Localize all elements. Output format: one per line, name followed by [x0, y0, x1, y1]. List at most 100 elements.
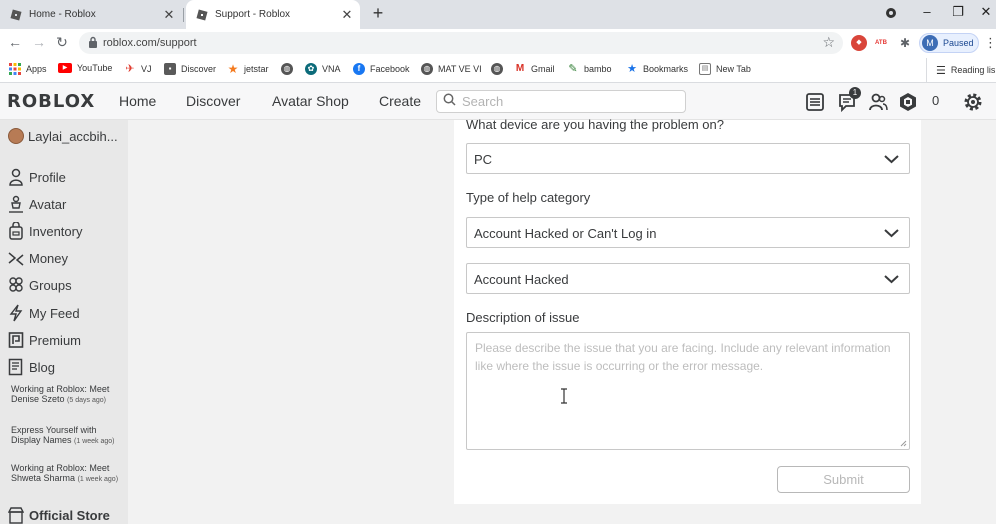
globe-icon: ◍ — [281, 63, 293, 75]
restore-icon[interactable]: ❐ — [946, 4, 970, 20]
bookmark-gmail[interactable]: M Gmail — [514, 63, 555, 75]
bookmark-vna[interactable]: ✿ VNA — [305, 63, 341, 75]
bookmark-new-tab[interactable]: ▤ New Tab — [699, 63, 751, 75]
newtab-icon: ▤ — [699, 63, 711, 75]
bookmark-label: Apps — [26, 64, 47, 74]
subcategory-value: Account Hacked — [474, 272, 569, 287]
sidebar-item-my-feed[interactable]: My Feed — [8, 304, 80, 322]
avatar-icon — [9, 195, 23, 213]
description-field[interactable] — [466, 332, 910, 450]
settings-gear-icon[interactable] — [962, 91, 984, 113]
blog-post-link[interactable]: Working at Roblox: Meet Denise Szeto (5 … — [11, 384, 123, 406]
sidebar-item-premium[interactable]: Premium — [8, 331, 81, 349]
nav-create[interactable]: Create — [379, 93, 421, 109]
roblox-favicon-icon — [10, 8, 22, 21]
globe-icon: ◍ — [421, 63, 433, 75]
roblox-icon: ▪ — [164, 63, 176, 75]
chat-list-icon[interactable] — [804, 91, 826, 113]
sidebar-item-inventory[interactable]: Inventory — [8, 222, 82, 240]
blog-icon — [8, 358, 23, 376]
nav-home[interactable]: Home — [119, 93, 156, 109]
puzzle-extensions-icon[interactable]: ✱ — [897, 35, 913, 51]
chevron-down-icon — [884, 275, 899, 284]
bookmark-apps[interactable]: Apps — [9, 63, 47, 75]
extension-icon[interactable]: ◆ — [851, 35, 867, 51]
close-tab-icon[interactable]: ✕ — [338, 7, 356, 23]
subcategory-select[interactable]: Account Hacked — [466, 263, 910, 294]
device-select[interactable]: PC — [466, 143, 910, 174]
friends-icon[interactable] — [867, 91, 889, 113]
sidebar-item-label: Groups — [29, 277, 72, 293]
category-label: Type of help category — [466, 190, 591, 205]
profile-icon — [9, 168, 23, 186]
submit-button[interactable]: Submit — [777, 466, 910, 493]
bookmarks-bar: Apps ▶ YouTube ✈ VJ ▪ Discover ★ jetstar… — [0, 57, 996, 83]
plane-icon: ✈ — [125, 63, 135, 75]
groups-icon — [9, 277, 23, 292]
chevron-down-icon — [884, 155, 899, 164]
reading-list-button[interactable]: ☰ Reading lis — [926, 58, 995, 82]
tab-support[interactable]: Support - Roblox ✕ — [186, 0, 360, 29]
nav-discover[interactable]: Discover — [186, 93, 240, 109]
bambo-icon: ✎ — [568, 63, 578, 75]
extension-badge-icon[interactable]: ATB — [873, 35, 889, 51]
address-bar[interactable]: roblox.com/support ☆ — [79, 32, 843, 54]
search-box[interactable] — [436, 90, 686, 113]
bookmark-globe-2[interactable]: ◍ — [491, 63, 508, 75]
gmail-icon: M — [515, 63, 525, 74]
robux-icon[interactable] — [897, 91, 919, 113]
browser-menu-icon[interactable]: ⋮ — [984, 35, 996, 51]
sidebar-user[interactable]: Laylai_accbih... — [8, 128, 118, 144]
category-select[interactable]: Account Hacked or Can't Log in — [466, 217, 910, 248]
sidebar-item-avatar[interactable]: Avatar — [8, 195, 66, 213]
bookmark-discover[interactable]: ▪ Discover — [164, 63, 216, 75]
roblox-logo[interactable]: ROBLOX — [7, 91, 95, 112]
new-tab-button[interactable]: + — [368, 3, 388, 25]
record-icon[interactable] — [879, 4, 903, 22]
notification-badge: 1 — [849, 87, 861, 99]
sidebar-item-profile[interactable]: Profile — [8, 168, 66, 186]
search-input[interactable] — [462, 94, 682, 109]
profile-paused-button[interactable]: M Paused — [919, 33, 979, 53]
blog-post-ago: (1 week ago) — [77, 476, 119, 483]
sidebar-item-official-store[interactable]: Official Store — [8, 506, 110, 524]
sidebar-item-blog[interactable]: Blog — [8, 358, 55, 376]
youtube-icon: ▶ — [58, 63, 72, 73]
description-input[interactable] — [467, 333, 909, 449]
chevron-down-icon — [884, 229, 899, 238]
bookmark-facebook[interactable]: f Facebook — [353, 63, 410, 75]
tab-title: Support - Roblox — [215, 9, 291, 20]
bookmark-globe[interactable]: ◍ — [281, 63, 298, 75]
feed-icon — [9, 304, 23, 322]
bookmark-label: MAT VE VI — [438, 64, 482, 74]
vna-icon: ✿ — [305, 63, 317, 75]
resize-handle-icon[interactable] — [900, 440, 907, 447]
bookmark-mat-ve-vi[interactable]: ◍ MAT VE VI — [421, 63, 482, 75]
tab-separator — [183, 8, 184, 22]
minimize-icon[interactable]: – — [915, 4, 939, 19]
bookmark-youtube[interactable]: ▶ YouTube — [58, 63, 112, 73]
bookmark-bambo[interactable]: ✎ bambo — [567, 63, 612, 75]
back-icon[interactable]: ← — [6, 34, 24, 50]
bookmark-label: bambo — [584, 64, 612, 74]
bookmark-jetstar[interactable]: ★ jetstar — [227, 63, 269, 75]
sidebar-item-groups[interactable]: Groups — [8, 276, 72, 294]
tab-home[interactable]: Home - Roblox ✕ — [0, 0, 184, 29]
bookmark-bookmarks[interactable]: ★ Bookmarks — [626, 63, 688, 75]
globe-icon: ◍ — [491, 63, 503, 75]
close-window-icon[interactable]: ✕ — [974, 4, 996, 20]
reload-icon[interactable]: ↻ — [53, 34, 71, 51]
left-sidebar: Laylai_accbih... Profile Avatar Inventor… — [0, 120, 128, 524]
forward-icon[interactable]: → — [30, 34, 48, 50]
bookmark-label: VNA — [322, 64, 341, 74]
nav-avatar-shop[interactable]: Avatar Shop — [272, 93, 349, 109]
close-tab-icon[interactable]: ✕ — [160, 7, 178, 23]
sidebar-item-label: Profile — [29, 169, 66, 185]
bookmark-star-icon[interactable]: ☆ — [822, 34, 835, 51]
sidebar-item-money[interactable]: Money — [8, 249, 68, 267]
bookmark-vj[interactable]: ✈ VJ — [124, 63, 151, 75]
blog-post-link[interactable]: Working at Roblox: Meet Shweta Sharma (1… — [11, 463, 123, 485]
support-main: What device are you having the problem o… — [128, 117, 996, 524]
blog-post-link[interactable]: Express Yourself with Display Names (1 w… — [11, 425, 123, 447]
bookmark-star-icon: ★ — [627, 63, 637, 75]
